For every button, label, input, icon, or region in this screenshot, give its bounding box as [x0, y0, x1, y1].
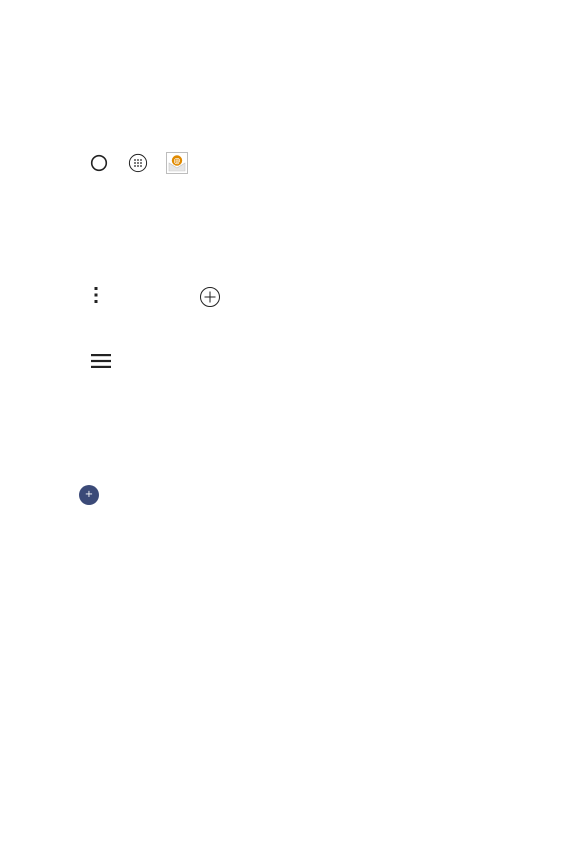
email-icon[interactable]: @ [166, 152, 188, 174]
apps-icon[interactable] [128, 153, 148, 173]
fab-add-icon: + [84, 489, 94, 500]
floating-add-button[interactable]: + [79, 485, 99, 505]
add-circle-icon[interactable] [199, 286, 221, 308]
more-options-icon[interactable] [90, 286, 102, 304]
svg-text:@: @ [174, 157, 181, 165]
hamburger-menu-icon[interactable] [89, 353, 113, 369]
home-icon[interactable] [90, 154, 108, 172]
